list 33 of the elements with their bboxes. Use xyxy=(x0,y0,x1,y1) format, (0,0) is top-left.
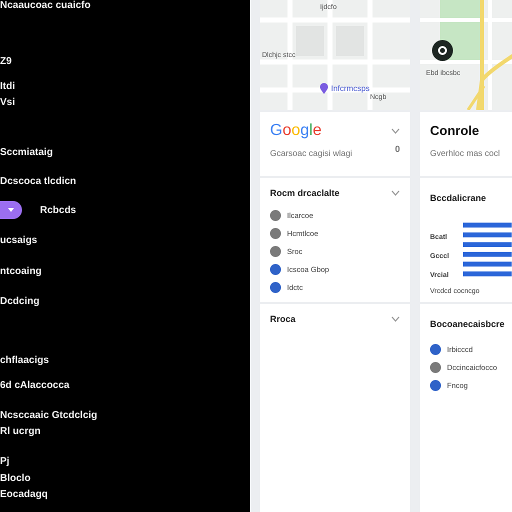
sidebar-item[interactable]: 6d cAlaccocca xyxy=(0,380,70,391)
selected-indicator xyxy=(0,201,22,219)
card-title: Rroca xyxy=(270,314,296,324)
card-title: Bocoanecaisbcre xyxy=(430,319,505,329)
map-label: Infcrmcsps xyxy=(331,84,370,93)
google-logo: Google xyxy=(270,122,322,140)
chevron-down-icon[interactable] xyxy=(391,316,400,322)
sidebar-item[interactable]: Z9 xyxy=(0,56,12,67)
card-title: Conrole xyxy=(430,123,480,138)
sidebar-item[interactable]: Sccmiataig xyxy=(0,147,53,158)
card-subtitle: Gcarsoac cagisi wlagi xyxy=(270,148,352,158)
location-pin-icon xyxy=(320,83,328,94)
sidebar-item[interactable]: Pj xyxy=(0,456,10,467)
card-subtitle: Gverhloc mas cocl xyxy=(430,148,501,158)
sidebar-item[interactable]: Rcbcds xyxy=(40,204,76,216)
sidebar-item[interactable]: Vsi xyxy=(0,97,16,108)
location-marker-icon xyxy=(432,40,453,61)
sidebar-item[interactable]: Ncaaucoac cuaicfo xyxy=(0,0,91,11)
sidebar-item[interactable]: Dcscoca tlcdicn xyxy=(0,176,76,187)
card-title: Bccdalicrane xyxy=(430,193,486,203)
sidebar-item[interactable]: ucsaigs xyxy=(0,235,38,246)
sidebar-item[interactable]: ntcoaing xyxy=(0,266,42,277)
sidebar-item[interactable]: Eocadagq xyxy=(0,489,48,500)
sidebar-item[interactable]: Ncsccaaic Gtcdclcig xyxy=(0,410,98,421)
sidebar-item[interactable]: Dcdcing xyxy=(0,296,40,307)
count: 0 xyxy=(394,144,400,154)
sidebar-item[interactable]: Rl ucrgn xyxy=(0,426,41,437)
sidebar-item[interactable]: Bloclo xyxy=(0,473,31,484)
chevron-down-icon[interactable] xyxy=(391,128,400,134)
sidebar-item[interactable]: Itdi xyxy=(0,81,15,92)
sidebar-item[interactable]: chflaacigs xyxy=(0,355,49,366)
card-title: Rocm drcaclalte xyxy=(270,188,340,198)
chevron-down-icon[interactable] xyxy=(391,190,400,196)
